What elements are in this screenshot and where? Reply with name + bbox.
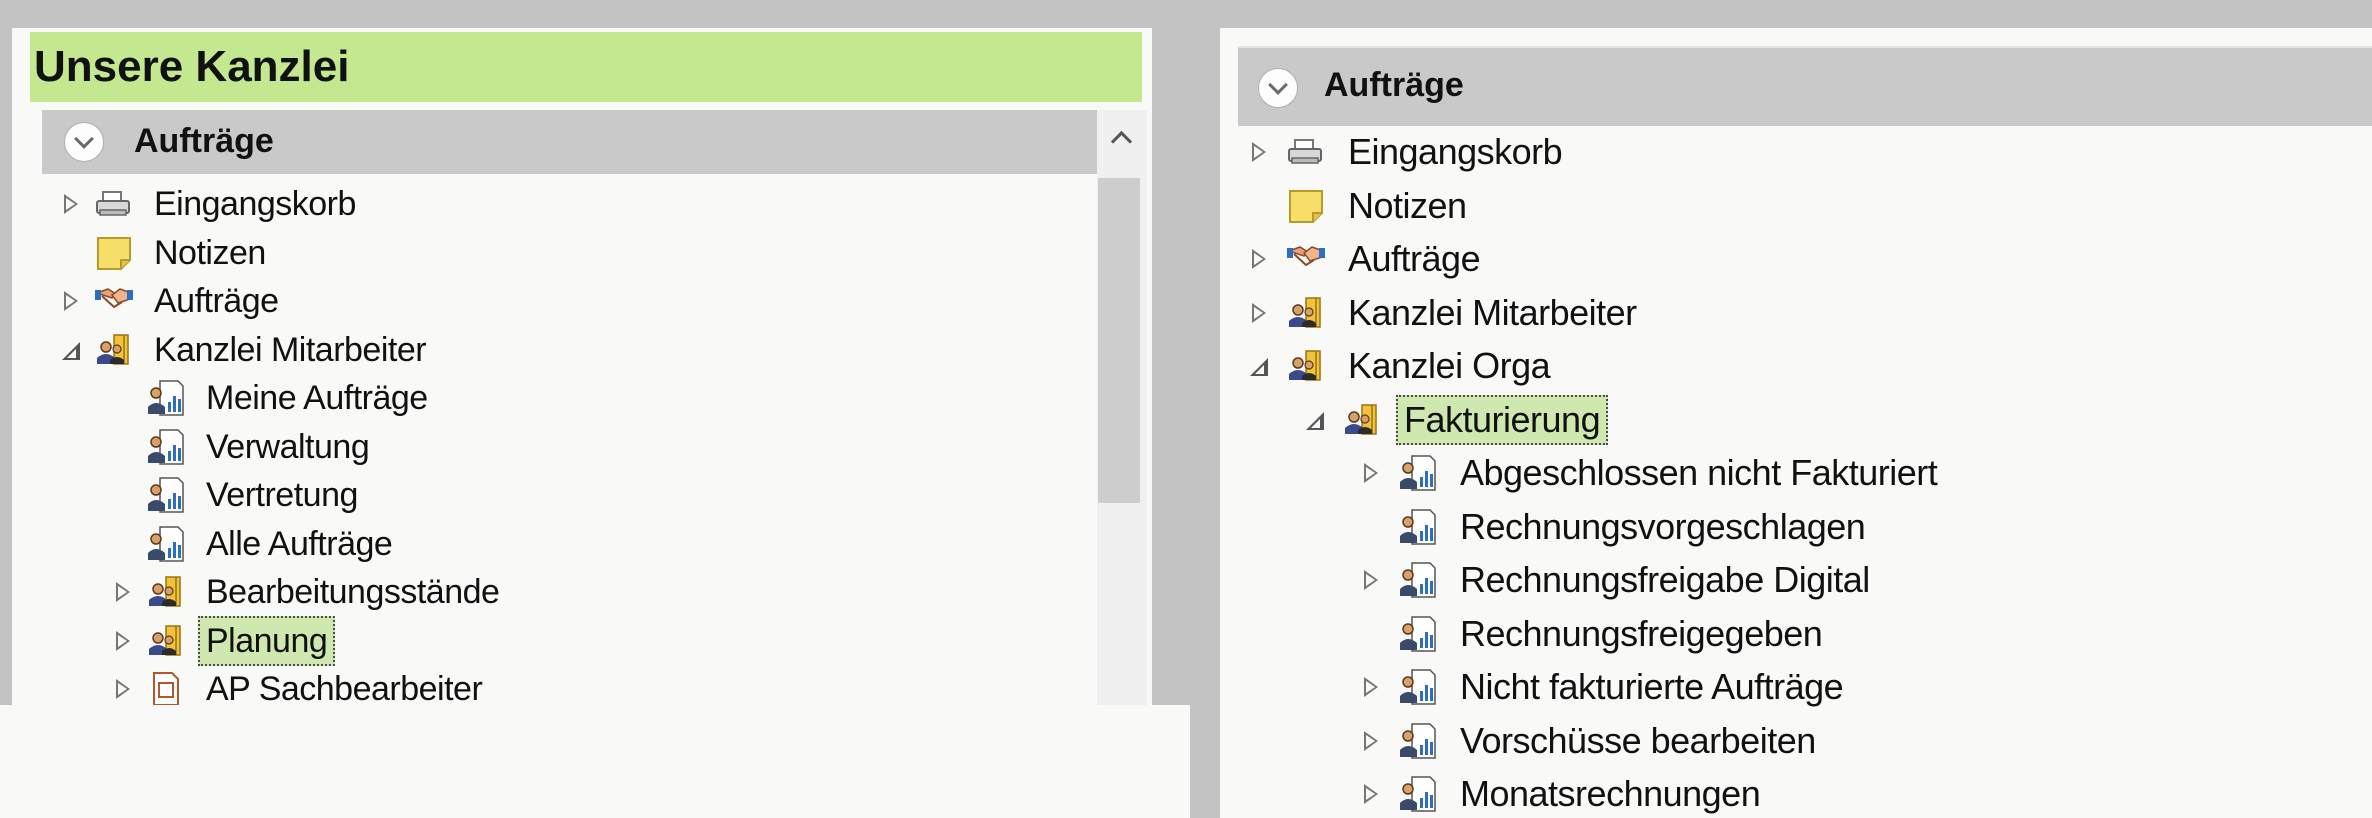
chevron-down-icon[interactable] — [64, 122, 104, 162]
expand-arrow-icon[interactable] — [114, 580, 134, 604]
people-folder-icon — [146, 621, 186, 661]
tree-item-label: Alle Aufträge — [206, 524, 393, 563]
tree-item[interactable]: Abgeschlossen nicht Fakturiert — [1362, 450, 2370, 498]
people-folder-icon — [146, 572, 186, 612]
expand-arrow-icon[interactable] — [62, 192, 82, 216]
document-icon — [146, 669, 186, 709]
handshake-icon — [94, 281, 134, 321]
tree-item-label: Fakturierung — [1396, 394, 1609, 445]
tree-item[interactable]: Notizen — [1250, 183, 2370, 231]
person-report-icon — [1398, 721, 1438, 761]
tree-item-label: Eingangskorb — [1348, 131, 1563, 172]
tree-item-label: Eingangskorb — [154, 185, 356, 223]
person-report-icon — [1398, 560, 1438, 600]
tree-item[interactable]: Kanzlei Mitarbeiter — [62, 327, 1092, 375]
person-report-icon — [1398, 453, 1438, 493]
tree-item-label: Rechnungsfreigegeben — [1460, 612, 1823, 654]
person-report-icon — [1398, 667, 1438, 707]
tree-item-label: Meine Aufträge — [206, 379, 428, 417]
tree-item[interactable]: Nicht fakturierte Aufträge — [1362, 664, 2370, 712]
expand-arrow-icon[interactable] — [1362, 568, 1382, 592]
right-navigation-panel: Aufträge Eingangskorb Notizen Aufträge Kanz… — [1220, 28, 2372, 818]
tree-item[interactable]: Rechnungsfreigabe Digital — [1362, 557, 2370, 605]
expand-arrow-icon[interactable] — [1362, 675, 1382, 699]
tree-item[interactable]: Aufträge — [1250, 236, 2370, 284]
tree-item[interactable]: Fakturierung — [1306, 394, 2370, 445]
tree-item-label: Vorschüsse bearbeiten — [1460, 719, 1816, 761]
tree-item-label: Notizen — [1348, 184, 1467, 226]
tree-item-label: Aufträge — [154, 282, 279, 320]
tree-item[interactable]: Alle Aufträge — [114, 521, 1092, 569]
person-report-icon — [1398, 507, 1438, 547]
tree-item-label: Bearbeitungsstände — [206, 573, 500, 611]
expand-arrow-icon[interactable] — [1250, 140, 1270, 164]
section-header-auftraege[interactable]: Aufträge — [1238, 46, 2372, 126]
person-report-icon — [146, 378, 186, 418]
expand-arrow-icon[interactable] — [1362, 729, 1382, 753]
person-report-icon — [1398, 614, 1438, 654]
tree-item-label: Aufträge — [1348, 238, 1481, 279]
tree-item[interactable]: Eingangskorb — [62, 181, 1092, 229]
page-title: Unsere Kanzlei — [30, 32, 1142, 102]
tree-item-label: Abgeschlossen nicht Fakturiert — [1460, 452, 1938, 493]
section-header-auftraege[interactable]: Aufträge — [42, 110, 1097, 174]
tree-item[interactable]: Planung — [114, 615, 1092, 666]
expand-arrow-icon[interactable] — [1250, 301, 1270, 325]
person-report-icon — [146, 524, 186, 564]
person-report-icon — [1398, 774, 1438, 814]
scrollbar-thumb[interactable] — [1098, 178, 1140, 503]
tree-item-label: Rechnungsvorgeschlagen — [1460, 505, 1866, 547]
collapse-arrow-icon[interactable] — [1250, 354, 1270, 378]
tree-item[interactable]: Eingangskorb — [1250, 129, 2370, 177]
expand-arrow-icon[interactable] — [1362, 461, 1382, 485]
expand-arrow-icon[interactable] — [1362, 782, 1382, 806]
tree-item[interactable]: Verwaltung — [114, 424, 1092, 472]
printer-icon — [1286, 132, 1326, 172]
note-icon — [94, 233, 134, 273]
tree-item-label: Verwaltung — [206, 427, 370, 466]
tree-item-label: Kanzlei Orga — [1348, 345, 1551, 386]
tree-item[interactable]: Monatsrechnungen — [1362, 771, 2370, 818]
person-report-icon — [146, 427, 186, 467]
tree-item[interactable]: Rechnungsfreigegeben — [1362, 611, 2370, 659]
tree-item-label: Notizen — [154, 233, 266, 272]
collapse-arrow-icon[interactable] — [1306, 408, 1326, 432]
tree-item-label: Kanzlei Mitarbeiter — [1348, 291, 1637, 333]
expand-arrow-icon[interactable] — [62, 289, 82, 313]
expand-arrow-icon[interactable] — [114, 677, 134, 701]
tree-item[interactable]: Vertretung — [114, 472, 1092, 520]
tree-item-label: Planung — [198, 615, 336, 666]
tree-item[interactable]: Kanzlei Mitarbeiter — [1250, 290, 2370, 338]
people-folder-icon — [94, 330, 134, 370]
section-header-label: Aufträge — [134, 122, 274, 160]
tree-item[interactable]: Aufträge — [62, 278, 1092, 326]
tree-item-label: Nicht fakturierte Aufträge — [1460, 666, 1844, 707]
expand-arrow-icon[interactable] — [1250, 247, 1270, 271]
tree-item[interactable]: Vorschüsse bearbeiten — [1362, 718, 2370, 766]
tree-item-label: Kanzlei Mitarbeiter — [154, 330, 427, 369]
left-navigation-panel: Unsere Kanzlei Aufträge Eingangskorb Noti… — [12, 28, 1152, 818]
chevron-down-icon[interactable] — [1258, 68, 1298, 108]
handshake-icon — [1286, 239, 1326, 279]
people-folder-icon — [1342, 400, 1382, 440]
scroll-up-button[interactable] — [1097, 110, 1147, 170]
person-report-icon — [146, 475, 186, 515]
tree-item-label: Monatsrechnungen — [1460, 773, 1761, 814]
people-folder-icon — [1286, 293, 1326, 333]
tree-item[interactable]: Rechnungsvorgeschlagen — [1362, 504, 2370, 552]
section-header-label: Aufträge — [1324, 66, 1464, 104]
tree-item[interactable]: Meine Aufträge — [114, 375, 1092, 423]
tree-item[interactable]: Bearbeitungsstände — [114, 569, 1092, 617]
tree-item-label: Vertretung — [206, 476, 358, 514]
note-icon — [1286, 186, 1326, 226]
printer-icon — [94, 184, 134, 224]
expand-arrow-icon[interactable] — [114, 629, 134, 653]
tree-item[interactable]: Kanzlei Orga — [1250, 343, 2370, 391]
collapse-arrow-icon[interactable] — [62, 338, 82, 362]
blank-area — [0, 705, 1190, 818]
tree-item[interactable]: Notizen — [62, 230, 1092, 278]
people-folder-icon — [1286, 346, 1326, 386]
tree-item-label: Rechnungsfreigabe Digital — [1460, 559, 1870, 600]
